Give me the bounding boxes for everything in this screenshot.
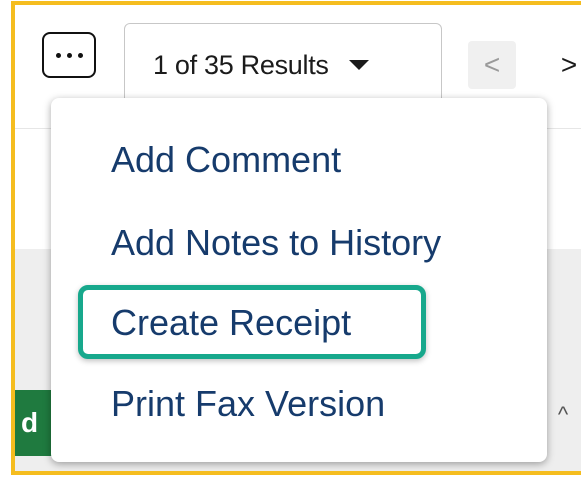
status-chip[interactable]: d xyxy=(15,390,55,456)
ellipsis-icon xyxy=(55,52,83,58)
chevron-left-icon: < xyxy=(483,49,501,80)
menu-item-print-fax-version[interactable]: Print Fax Version xyxy=(111,382,385,426)
menu-item-add-notes-to-history[interactable]: Add Notes to History xyxy=(111,221,441,265)
menu-item-add-comment[interactable]: Add Comment xyxy=(111,138,341,182)
results-dropdown[interactable]: 1 of 35 Results xyxy=(124,23,442,107)
collapse-caret-icon[interactable]: ^ xyxy=(545,390,581,440)
highlight-outline xyxy=(78,285,426,359)
previous-result-button[interactable]: < xyxy=(468,41,516,89)
next-result-button[interactable]: > xyxy=(549,41,581,89)
chevron-right-icon: > xyxy=(560,49,578,80)
chevron-down-icon xyxy=(348,60,369,70)
more-actions-button[interactable] xyxy=(42,32,96,78)
results-count-label: 1 of 35 Results xyxy=(153,49,329,80)
status-chip-text: d xyxy=(21,407,39,438)
screenshot-frame: d ^ 1 of 35 Results < > Add Comment Add … xyxy=(11,1,581,475)
actions-menu: Add Comment Add Notes to History Create … xyxy=(51,98,547,462)
